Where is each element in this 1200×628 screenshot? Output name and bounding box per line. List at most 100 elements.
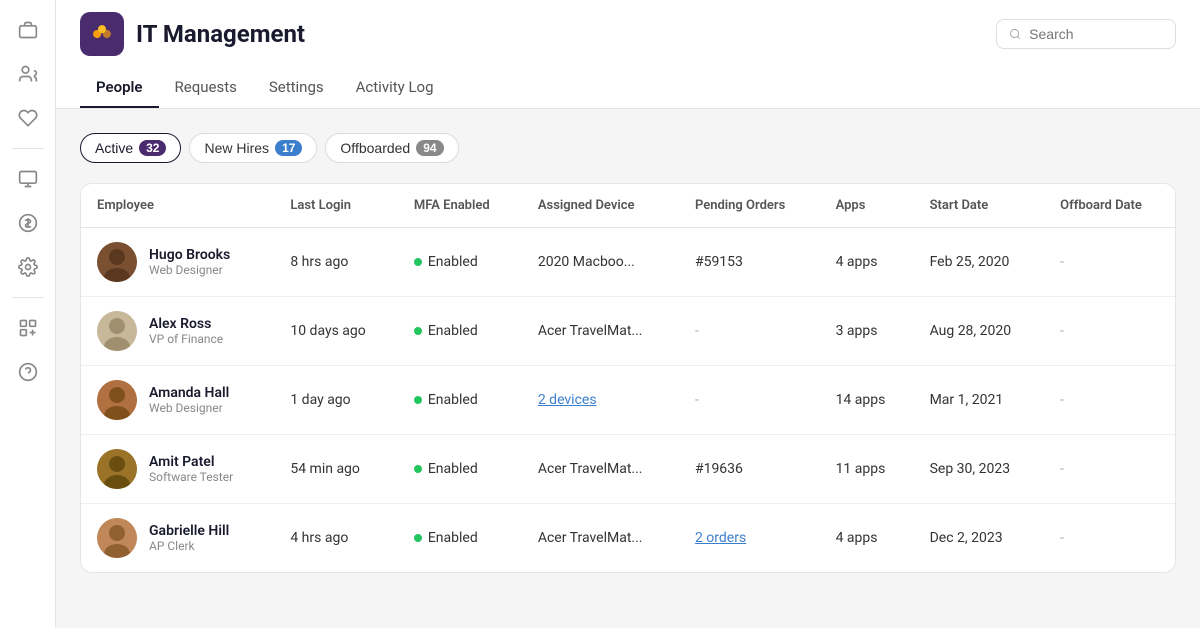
filter-tab-active[interactable]: Active 32 xyxy=(80,133,181,163)
mfa-status: Enabled xyxy=(414,461,506,477)
apps-count: 3 apps xyxy=(820,297,914,366)
col-offboard-date: Offboard Date xyxy=(1044,184,1175,228)
filter-active-count: 32 xyxy=(139,140,166,156)
sidebar-icon-heart[interactable] xyxy=(10,100,46,136)
avatar-hugo xyxy=(97,242,137,282)
employee-info-amanda: Amanda Hall Web Designer xyxy=(149,385,229,415)
pending-orders: - xyxy=(679,366,820,435)
tab-activity-log[interactable]: Activity Log xyxy=(340,68,450,108)
start-date: Feb 25, 2020 xyxy=(914,228,1045,297)
avatar-gabrielle xyxy=(97,518,137,558)
last-login: 8 hrs ago xyxy=(274,228,397,297)
sidebar-icon-monitor[interactable] xyxy=(10,161,46,197)
assigned-device: Acer TravelMat... xyxy=(522,435,679,504)
sidebar-divider-2 xyxy=(12,297,44,298)
start-date: Dec 2, 2023 xyxy=(914,504,1045,573)
header-top: IT Management xyxy=(80,12,1176,56)
apps-count: 11 apps xyxy=(820,435,914,504)
mfa-dot xyxy=(414,258,422,266)
assigned-device: 2020 Macboo... xyxy=(522,228,679,297)
filter-active-label: Active xyxy=(95,140,133,156)
tab-settings[interactable]: Settings xyxy=(253,68,340,108)
mfa-status: Enabled xyxy=(414,254,506,270)
col-device: Assigned Device xyxy=(522,184,679,228)
table-row: Amit Patel Software Tester 54 min ago En… xyxy=(81,435,1175,504)
search-input[interactable] xyxy=(1029,26,1163,42)
mfa-status: Enabled xyxy=(414,323,506,339)
device-link-amanda[interactable]: 2 devices xyxy=(538,392,597,408)
mfa-dot xyxy=(414,534,422,542)
employee-role: Software Tester xyxy=(149,470,233,484)
last-login: 1 day ago xyxy=(274,366,397,435)
col-mfa: MFA Enabled xyxy=(398,184,522,228)
mfa-label: Enabled xyxy=(428,323,478,339)
header: IT Management People Requests Settings A… xyxy=(56,0,1200,109)
brand-logo xyxy=(80,12,124,56)
employee-name: Alex Ross xyxy=(149,316,223,332)
employee-name: Hugo Brooks xyxy=(149,247,230,263)
employee-role: AP Clerk xyxy=(149,539,229,553)
main-content: IT Management People Requests Settings A… xyxy=(56,0,1200,628)
mfa-label: Enabled xyxy=(428,392,478,408)
pending-orders: 2 orders xyxy=(679,504,820,573)
filter-tab-new-hires[interactable]: New Hires 17 xyxy=(189,133,317,163)
assigned-device: Acer TravelMat... xyxy=(522,297,679,366)
avatar-amanda xyxy=(97,380,137,420)
last-login: 4 hrs ago xyxy=(274,504,397,573)
nav-tabs: People Requests Settings Activity Log xyxy=(80,68,1176,108)
col-employee: Employee xyxy=(81,184,274,228)
filter-tab-offboarded[interactable]: Offboarded 94 xyxy=(325,133,458,163)
employee-name: Gabrielle Hill xyxy=(149,523,229,539)
employee-info-amit: Amit Patel Software Tester xyxy=(149,454,233,484)
filter-offboarded-count: 94 xyxy=(416,140,443,156)
offboard-date: - xyxy=(1044,228,1175,297)
sidebar-icon-dollar[interactable] xyxy=(10,205,46,241)
mfa-label: Enabled xyxy=(428,461,478,477)
pending-orders: #19636 xyxy=(679,435,820,504)
mfa-dot xyxy=(414,396,422,404)
tab-people[interactable]: People xyxy=(80,68,159,108)
filter-new-hires-count: 17 xyxy=(275,140,302,156)
header-brand: IT Management xyxy=(80,12,305,56)
employee-cell-gabrielle: Gabrielle Hill AP Clerk xyxy=(97,518,258,558)
sidebar-icon-briefcase[interactable] xyxy=(10,12,46,48)
employee-cell-amit: Amit Patel Software Tester xyxy=(97,449,258,489)
col-last-login: Last Login xyxy=(274,184,397,228)
offboard-date: - xyxy=(1044,435,1175,504)
search-icon xyxy=(1009,27,1021,41)
sidebar xyxy=(0,0,56,628)
last-login: 54 min ago xyxy=(274,435,397,504)
table-row: Amanda Hall Web Designer 1 day ago Enabl… xyxy=(81,366,1175,435)
avatar-alex xyxy=(97,311,137,351)
sidebar-icon-question[interactable] xyxy=(10,354,46,390)
sidebar-icon-add-apps[interactable] xyxy=(10,310,46,346)
sidebar-divider-1 xyxy=(12,148,44,149)
employee-cell-amanda: Amanda Hall Web Designer xyxy=(97,380,258,420)
start-date: Mar 1, 2021 xyxy=(914,366,1045,435)
employee-cell-alex: Alex Ross VP of Finance xyxy=(97,311,258,351)
col-apps: Apps xyxy=(820,184,914,228)
offboard-date: - xyxy=(1044,504,1175,573)
employee-role: Web Designer xyxy=(149,401,229,415)
sidebar-icon-people[interactable] xyxy=(10,56,46,92)
pending-orders: - xyxy=(679,297,820,366)
apps-count: 4 apps xyxy=(820,504,914,573)
orders-link-gabrielle[interactable]: 2 orders xyxy=(695,530,746,546)
employee-info-alex: Alex Ross VP of Finance xyxy=(149,316,223,346)
col-start-date: Start Date xyxy=(914,184,1045,228)
col-pending-orders: Pending Orders xyxy=(679,184,820,228)
mfa-label: Enabled xyxy=(428,254,478,270)
assigned-device: Acer TravelMat... xyxy=(522,504,679,573)
brand-title: IT Management xyxy=(136,20,305,48)
start-date: Aug 28, 2020 xyxy=(914,297,1045,366)
search-bar[interactable] xyxy=(996,19,1176,49)
table-header-row: Employee Last Login MFA Enabled Assigned… xyxy=(81,184,1175,228)
tab-requests[interactable]: Requests xyxy=(159,68,253,108)
table-row: Hugo Brooks Web Designer 8 hrs ago Enabl… xyxy=(81,228,1175,297)
filter-offboarded-label: Offboarded xyxy=(340,140,410,156)
avatar-amit xyxy=(97,449,137,489)
employee-role: Web Designer xyxy=(149,263,230,277)
people-table: Employee Last Login MFA Enabled Assigned… xyxy=(80,183,1176,573)
sidebar-icon-gear[interactable] xyxy=(10,249,46,285)
start-date: Sep 30, 2023 xyxy=(914,435,1045,504)
